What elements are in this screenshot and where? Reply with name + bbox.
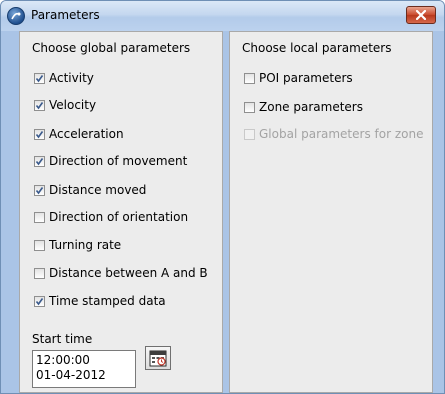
checkbox-label: POI parameters [259, 71, 353, 85]
checkbox-label: Distance moved [49, 183, 147, 197]
checkmark-icon [35, 130, 44, 138]
close-icon [416, 10, 426, 20]
checkbox-distance-between-a-and-b[interactable]: Distance between A and B [34, 265, 208, 281]
checkbox-box [244, 128, 255, 140]
calendar-button[interactable] [145, 346, 171, 370]
checkbox-box[interactable] [34, 184, 45, 196]
checkbox-label: Global parameters for zone [259, 127, 424, 141]
start-time-label: Start time [32, 332, 93, 346]
checkbox-box[interactable] [244, 101, 255, 113]
checkbox-box[interactable] [34, 155, 45, 167]
checkbox-direction-of-movement[interactable]: Direction of movement [34, 153, 187, 169]
checkbox-turning-rate[interactable]: Turning rate [34, 237, 121, 253]
start-time-date-value: 01-04-2012 [36, 368, 106, 382]
checkbox-zone-parameters[interactable]: Zone parameters [244, 99, 363, 115]
start-time-time-value: 12:00:00 [36, 353, 90, 367]
start-time-input[interactable]: 12:00:00 01-04-2012 [32, 350, 136, 388]
checkbox-label: Distance between A and B [49, 266, 208, 280]
checkbox-global-parameters-for-zone: Global parameters for zone [244, 126, 423, 142]
checkmark-icon [35, 186, 44, 194]
checkbox-time-stamped-data[interactable]: Time stamped data [34, 293, 166, 309]
checkmark-icon [35, 297, 44, 305]
close-button[interactable] [406, 6, 436, 24]
checkmark-icon [35, 101, 44, 109]
calendar-icon [149, 350, 167, 367]
checkbox-distance-moved[interactable]: Distance moved [34, 182, 146, 198]
checkbox-activity[interactable]: Activity [34, 70, 94, 86]
checkbox-box[interactable] [34, 239, 45, 251]
checkmark-icon [35, 74, 44, 82]
title-bar[interactable]: Parameters [1, 1, 444, 31]
checkbox-label: Direction of orientation [49, 210, 189, 224]
checkbox-direction-of-orientation[interactable]: Direction of orientation [34, 209, 188, 225]
checkbox-box[interactable] [34, 267, 45, 279]
checkbox-box[interactable] [244, 72, 255, 84]
checkbox-label: Direction of movement [49, 154, 188, 168]
global-parameters-heading: Choose global parameters [32, 41, 191, 55]
checkbox-velocity[interactable]: Velocity [34, 97, 96, 113]
local-parameters-panel: Choose local parameters POI parameters Z… [229, 31, 433, 393]
checkbox-poi-parameters[interactable]: POI parameters [244, 70, 353, 86]
checkbox-box[interactable] [34, 72, 45, 84]
checkmark-icon [35, 157, 44, 165]
checkbox-label: Velocity [49, 98, 97, 112]
checkbox-box[interactable] [34, 211, 45, 223]
global-parameters-panel: Choose global parameters Activity Veloci… [19, 31, 223, 393]
checkbox-label: Time stamped data [49, 294, 166, 308]
checkbox-box[interactable] [34, 295, 45, 307]
parameters-dialog: Parameters Choose global parameters Acti… [0, 0, 445, 394]
checkbox-label: Turning rate [49, 238, 122, 252]
app-logo-icon [7, 7, 25, 25]
checkbox-box[interactable] [34, 99, 45, 111]
checkbox-box[interactable] [34, 128, 45, 140]
checkbox-acceleration[interactable]: Acceleration [34, 126, 124, 142]
checkbox-label: Activity [49, 71, 94, 85]
local-parameters-heading: Choose local parameters [242, 41, 392, 55]
checkbox-label: Zone parameters [259, 100, 363, 114]
window-title: Parameters [31, 8, 100, 22]
checkbox-label: Acceleration [49, 127, 124, 141]
